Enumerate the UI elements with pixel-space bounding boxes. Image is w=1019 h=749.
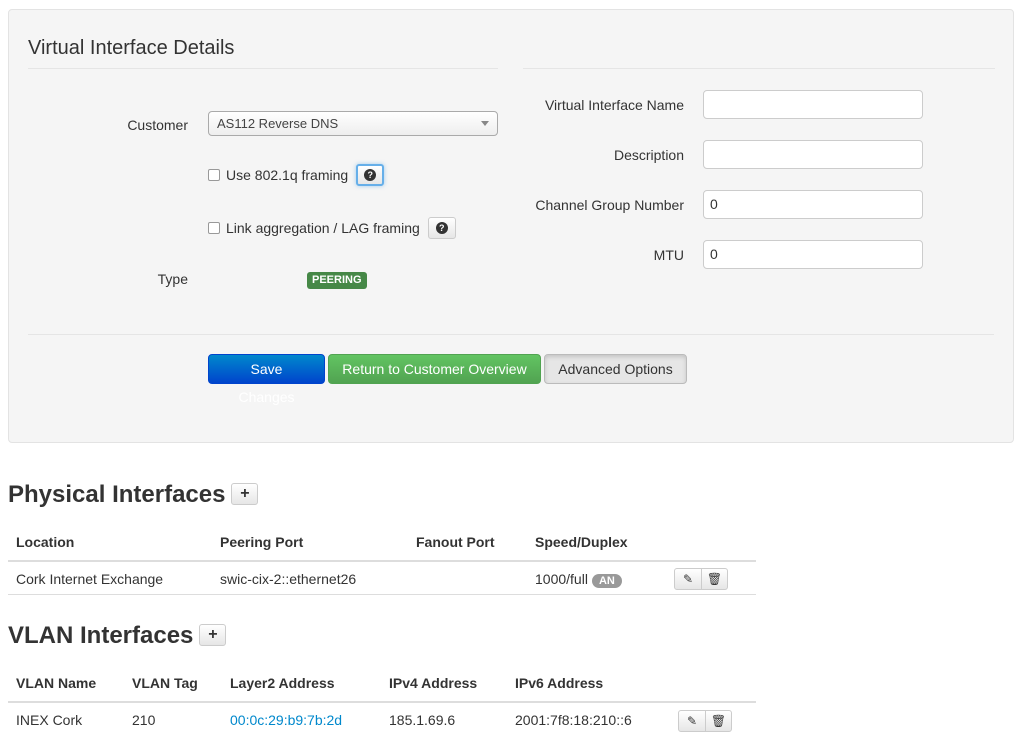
customer-label: Customer <box>127 117 188 133</box>
save-changes-button[interactable]: Save Changes <box>208 354 325 405</box>
plus-icon: + <box>208 625 218 643</box>
return-to-customer-button[interactable]: Return to Customer Overview <box>328 354 541 384</box>
vi-name-input[interactable] <box>703 90 923 119</box>
col-vlan-name: VLAN Name <box>16 675 97 691</box>
question-circle-icon: ? <box>364 169 377 181</box>
physical-title-text: Physical Interfaces <box>8 481 226 508</box>
physical-interfaces-title: Physical Interfaces + <box>8 481 259 509</box>
cell-ipv6: 2001:7f8:18:210::6 <box>515 712 632 728</box>
row-actions: ✎ 🗑 <box>678 710 732 732</box>
col-speed-duplex: Speed/Duplex <box>535 534 628 550</box>
col-fanout-port: Fanout Port <box>416 534 495 550</box>
add-physical-button[interactable]: + <box>231 482 259 505</box>
cell-vlan-name: INEX Cork <box>16 712 83 728</box>
add-vlan-button[interactable]: + <box>199 623 227 646</box>
col-location: Location <box>16 534 75 550</box>
dot1q-checkbox[interactable] <box>208 169 220 181</box>
channel-group-input[interactable]: 0 <box>703 190 923 219</box>
mtu-input[interactable]: 0 <box>703 240 923 269</box>
dot1q-label: Use 802.1q framing <box>226 167 349 183</box>
vi-name-label: Virtual Interface Name <box>544 97 684 113</box>
customer-select-value: AS112 Reverse DNS <box>217 116 339 131</box>
form-divider <box>28 334 994 335</box>
vi-details-panel: Virtual Interface Details Customer AS112… <box>8 9 1014 443</box>
cell-ipv4: 185.1.69.6 <box>389 712 456 728</box>
row-divider <box>8 594 756 595</box>
row-actions: ✎ 🗑 <box>674 568 728 590</box>
question-circle-icon: ? <box>435 222 448 234</box>
col-ipv4-address: IPv4 Address <box>389 675 478 691</box>
customer-select[interactable]: AS112 Reverse DNS <box>208 111 498 136</box>
lag-label: Link aggregation / LAG framing <box>226 220 420 236</box>
advanced-options-button[interactable]: Advanced Options <box>544 354 687 384</box>
physical-interfaces-table: Location Peering Port Fanout Port Speed/… <box>8 526 756 595</box>
col-layer2-address: Layer2 Address <box>230 675 335 691</box>
type-label: Type <box>157 271 188 287</box>
cell-speed: 1000/full AN <box>535 571 622 588</box>
header-divider <box>8 560 756 562</box>
lag-row: Link aggregation / LAG framing ? <box>208 217 456 239</box>
cell-peering-port: swic-cix-2::ethernet26 <box>220 571 357 587</box>
col-peering-port: Peering Port <box>220 534 304 550</box>
vlan-interfaces-title: VLAN Interfaces + <box>8 622 227 650</box>
dot1q-row: Use 802.1q framing ? <box>208 164 385 186</box>
header-divider <box>8 701 756 703</box>
autoneg-badge: AN <box>591 574 622 588</box>
col-ipv6-address: IPv6 Address <box>515 675 604 691</box>
description-input[interactable] <box>703 140 923 169</box>
vlan-interfaces-table: VLAN Name VLAN Tag Layer2 Address IPv4 A… <box>8 667 756 737</box>
type-badge: PEERING <box>307 272 367 289</box>
legend-divider <box>523 68 995 69</box>
lag-checkbox[interactable] <box>208 222 220 234</box>
vlan-title-text: VLAN Interfaces <box>8 622 194 649</box>
col-vlan-tag: VLAN Tag <box>132 675 198 691</box>
pencil-icon[interactable]: ✎ <box>679 711 705 731</box>
channel-group-label: Channel Group Number <box>535 197 684 213</box>
trash-icon[interactable]: 🗑 <box>705 711 731 731</box>
dot1q-help-button[interactable]: ? <box>356 164 385 186</box>
chevron-down-icon <box>481 121 489 126</box>
cell-location: Cork Internet Exchange <box>16 571 164 587</box>
speed-value: 1000/full <box>535 571 588 587</box>
panel-title: Virtual Interface Details <box>28 37 498 69</box>
layer2-address-link[interactable]: 00:0c:29:b9:7b:2d <box>230 712 342 728</box>
pencil-icon[interactable]: ✎ <box>675 569 701 589</box>
description-label: Description <box>613 147 684 163</box>
plus-icon: + <box>240 484 250 502</box>
cell-vlan-tag: 210 <box>132 712 156 728</box>
trash-icon[interactable]: 🗑 <box>701 569 727 589</box>
mtu-label: MTU <box>653 247 684 263</box>
lag-help-button[interactable]: ? <box>427 217 456 239</box>
